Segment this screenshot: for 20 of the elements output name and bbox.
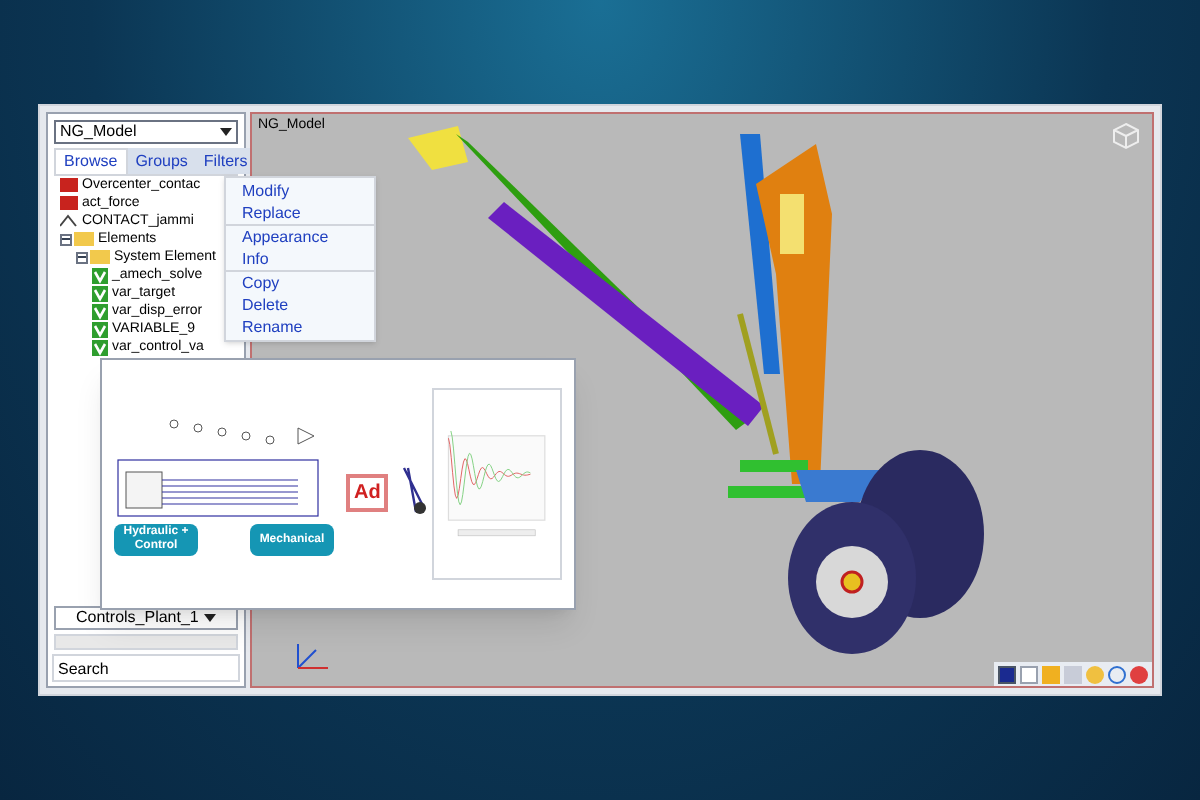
collapse-icon[interactable] [76, 251, 88, 263]
menu-item[interactable]: Copy [226, 272, 374, 294]
menu-item[interactable]: Rename [226, 316, 374, 338]
tab[interactable]: Groups [127, 148, 196, 174]
menu-item[interactable]: Info [226, 248, 374, 270]
search-field[interactable]: Search [52, 654, 240, 682]
logo: Ad [346, 474, 389, 512]
model-dropdown[interactable]: NG_Model [54, 120, 238, 144]
menu-item[interactable]: Modify [226, 180, 374, 202]
horizontal-scrollbar[interactable] [54, 634, 238, 650]
contact-icon [60, 214, 78, 228]
menu-item[interactable]: Delete [226, 294, 374, 316]
tab[interactable]: Browse [54, 148, 128, 174]
caret-icon [204, 614, 216, 622]
cube-icon [1112, 122, 1140, 150]
collapse-icon[interactable] [60, 233, 72, 245]
menu-item[interactable]: Appearance [226, 226, 374, 248]
tab[interactable]: Filters [195, 148, 256, 174]
caret-icon [220, 128, 232, 136]
menu-item[interactable]: Replace [226, 202, 374, 224]
